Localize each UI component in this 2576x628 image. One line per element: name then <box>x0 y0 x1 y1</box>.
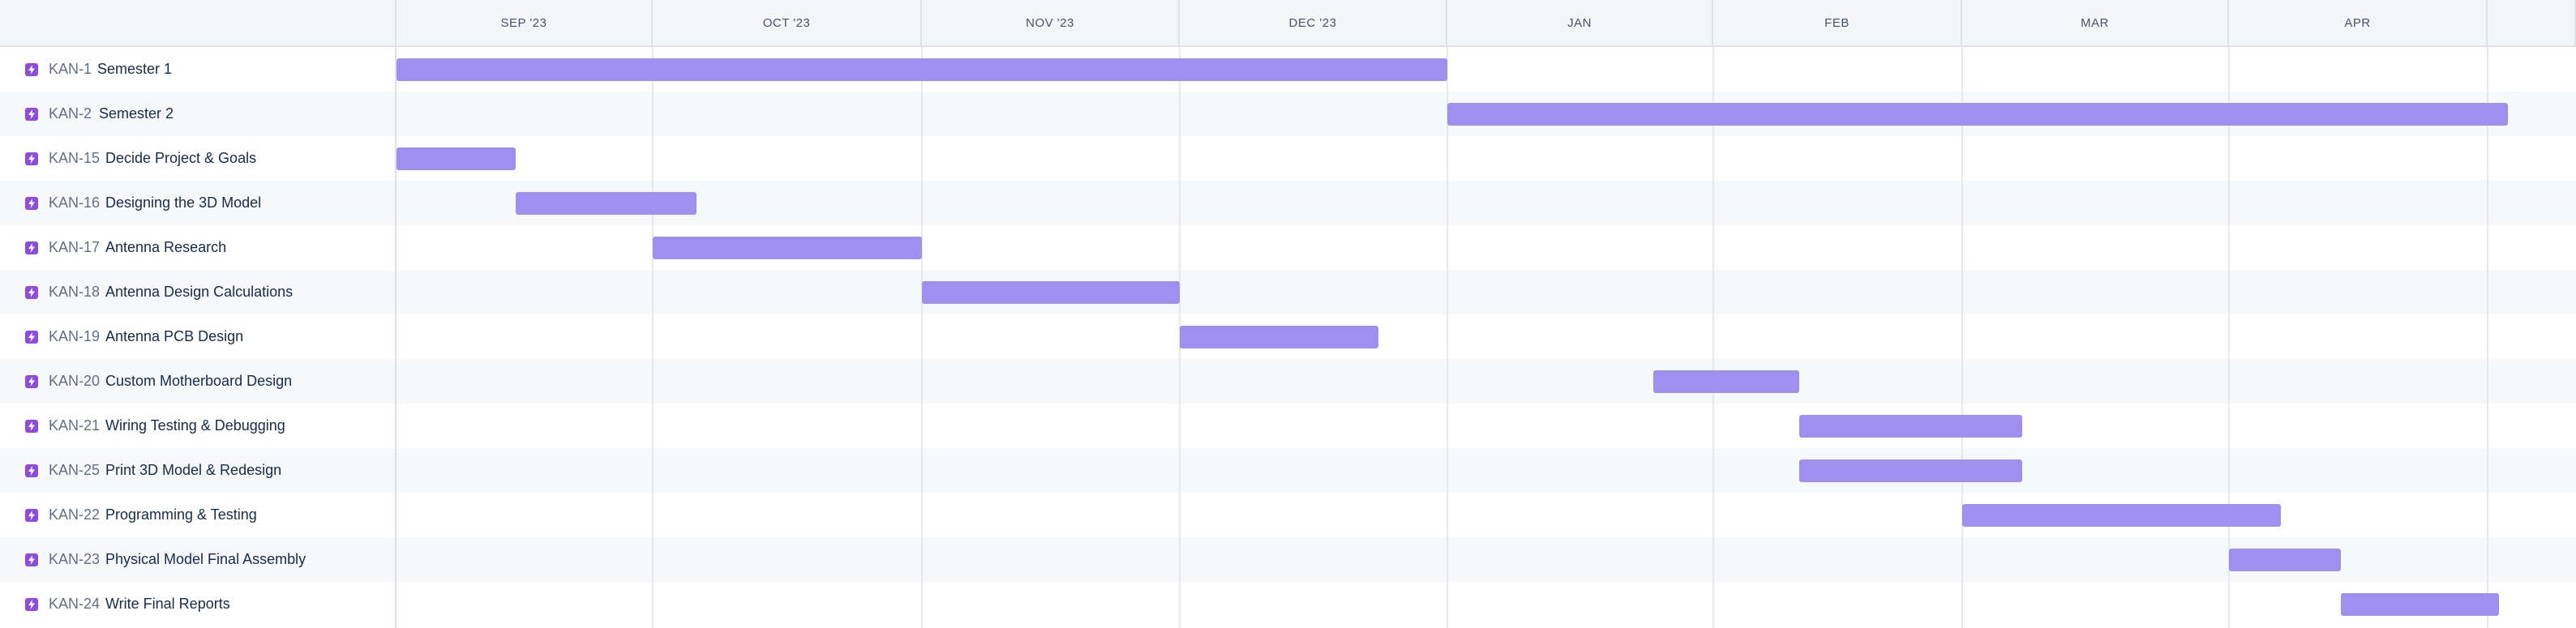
issue-summary[interactable]: Programming & Testing <box>105 506 257 523</box>
subtask-icon <box>25 330 38 344</box>
month-label: APR <box>2229 0 2488 47</box>
issue-key[interactable]: KAN-21 <box>49 417 100 434</box>
header-left-spacer <box>0 0 396 47</box>
issue-row[interactable]: KAN-21 Wiring Testing & Debugging <box>0 404 395 448</box>
issue-summary[interactable]: Custom Motherboard Design <box>105 373 292 390</box>
issue-summary[interactable]: Print 3D Model & Redesign <box>105 462 281 479</box>
subtask-icon <box>25 553 38 566</box>
issue-row[interactable]: KAN-22 Programming & Testing <box>0 493 395 537</box>
issue-summary[interactable]: Designing the 3D Model <box>105 194 261 211</box>
issue-row[interactable]: KAN-1 Semester 1 <box>0 47 395 92</box>
issue-summary[interactable]: Decide Project & Goals <box>105 150 256 167</box>
subtask-icon <box>25 374 38 388</box>
issue-key[interactable]: KAN-2 <box>49 105 92 122</box>
issue-key[interactable]: KAN-22 <box>49 506 100 523</box>
gantt-bar[interactable] <box>1962 503 2281 527</box>
issue-key[interactable]: KAN-17 <box>49 239 100 256</box>
subtask-icon <box>25 597 38 611</box>
issue-row[interactable]: KAN-19 Antenna PCB Design <box>0 314 395 359</box>
month-label: OCT '23 <box>653 0 922 47</box>
gantt-bar[interactable] <box>1180 325 1378 348</box>
subtask-icon <box>25 285 38 299</box>
month-gridline <box>2487 47 2488 628</box>
gantt-bar[interactable] <box>2341 592 2500 616</box>
issue-summary[interactable]: Wiring Testing & Debugging <box>105 417 285 434</box>
issue-row[interactable]: KAN-15 Decide Project & Goals <box>0 136 395 181</box>
subtask-icon <box>25 241 38 254</box>
month-label <box>2488 0 2576 47</box>
issue-summary[interactable]: Semester 2 <box>99 105 174 122</box>
issue-key[interactable]: KAN-1 <box>49 61 92 78</box>
issue-row[interactable]: KAN-17 Antenna Research <box>0 225 395 270</box>
month-gridline <box>1447 47 1448 628</box>
subtask-icon <box>25 107 38 121</box>
issue-key[interactable]: KAN-15 <box>49 150 100 167</box>
issue-key[interactable]: KAN-25 <box>49 462 100 479</box>
month-label: FEB <box>1713 0 1962 47</box>
issue-key[interactable]: KAN-24 <box>49 596 100 613</box>
issue-summary[interactable]: Write Final Reports <box>105 596 230 613</box>
subtask-icon <box>25 196 38 210</box>
gantt-bar[interactable] <box>1447 102 2508 126</box>
gantt-bar[interactable] <box>1652 370 1799 393</box>
issue-key[interactable]: KAN-19 <box>49 328 100 345</box>
subtask-icon <box>25 152 38 165</box>
timeline-view: SEP '23 OCT '23 NOV '23 DEC '23 JAN FEB MAR APR… <box>0 0 2576 628</box>
issue-row[interactable]: KAN-16 Designing the 3D Model <box>0 181 395 225</box>
gantt-bar[interactable] <box>396 147 516 170</box>
issue-row[interactable]: KAN-2 Semester 2 <box>0 92 395 136</box>
subtask-icon <box>25 62 38 76</box>
gantt-bar[interactable] <box>653 236 922 259</box>
issue-key[interactable]: KAN-20 <box>49 373 100 390</box>
month-label: MAR <box>1962 0 2229 47</box>
issue-summary[interactable]: Antenna Design Calculations <box>105 284 293 301</box>
issue-row[interactable]: KAN-18 Antenna Design Calculations <box>0 270 395 314</box>
gantt-bar[interactable] <box>2229 548 2342 571</box>
month-label: DEC '23 <box>1180 0 1447 47</box>
issue-row[interactable]: KAN-25 Print 3D Model & Redesign <box>0 448 395 493</box>
issue-summary[interactable]: Antenna Research <box>105 239 226 256</box>
month-gridline <box>1712 47 1714 628</box>
issue-row[interactable]: KAN-23 Physical Model Final Assembly <box>0 537 395 582</box>
subtask-icon <box>25 464 38 477</box>
issue-summary[interactable]: Antenna PCB Design <box>105 328 243 345</box>
subtask-icon <box>25 419 38 433</box>
issue-summary[interactable]: Semester 1 <box>97 61 172 78</box>
month-gridline <box>2228 47 2230 628</box>
timeline-header: SEP '23 OCT '23 NOV '23 DEC '23 JAN FEB MAR APR <box>0 0 2576 47</box>
month-gridline <box>652 47 654 628</box>
issue-row[interactable]: KAN-20 Custom Motherboard Design <box>0 359 395 404</box>
issue-key[interactable]: KAN-23 <box>49 551 100 568</box>
gantt-bar[interactable] <box>516 191 697 215</box>
gantt-bar[interactable] <box>1798 414 2023 438</box>
issue-list: KAN-1 Semester 1 KAN-2 Semester 2 KAN-15 Deci… <box>0 47 396 628</box>
month-label: JAN <box>1447 0 1713 47</box>
gantt-bar[interactable] <box>396 58 1447 81</box>
issue-row[interactable]: KAN-24 Write Final Reports <box>0 582 395 626</box>
month-label: NOV '23 <box>922 0 1180 47</box>
month-gridline <box>921 47 923 628</box>
issue-key[interactable]: KAN-18 <box>49 284 100 301</box>
issue-key[interactable]: KAN-16 <box>49 194 100 211</box>
gantt-bar[interactable] <box>922 280 1180 304</box>
gantt-bar[interactable] <box>1798 459 2023 482</box>
issue-summary[interactable]: Physical Model Final Assembly <box>105 551 306 568</box>
month-gridline <box>1961 47 1963 628</box>
month-label: SEP '23 <box>396 0 653 47</box>
subtask-icon <box>25 508 38 522</box>
